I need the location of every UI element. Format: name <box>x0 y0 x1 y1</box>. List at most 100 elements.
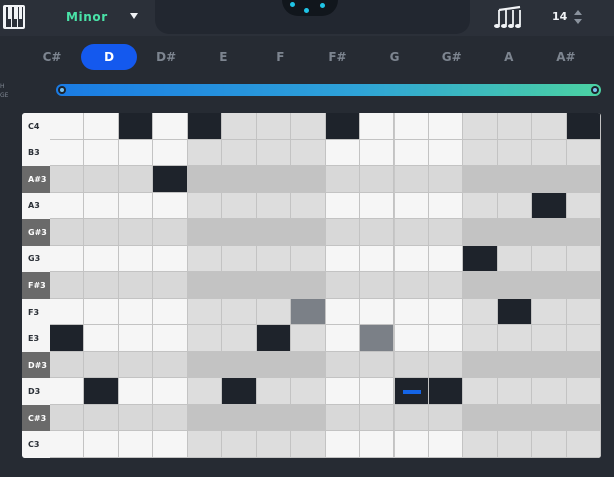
grid-cell[interactable] <box>291 351 326 379</box>
grid-cell[interactable] <box>463 113 498 140</box>
grid-cell[interactable] <box>428 298 464 326</box>
grid-cell[interactable] <box>566 431 601 458</box>
grid-cell[interactable] <box>428 378 464 405</box>
piano-keys-icon[interactable] <box>3 5 25 29</box>
grid-cell[interactable] <box>497 404 533 432</box>
grid-cell[interactable] <box>50 325 85 352</box>
grid-cell[interactable] <box>394 351 429 379</box>
grid-cell[interactable] <box>360 298 395 326</box>
grid-cell[interactable] <box>256 431 292 458</box>
grid-cell[interactable] <box>394 113 429 140</box>
grid-cell[interactable] <box>187 245 223 273</box>
grid-cell[interactable] <box>463 192 498 220</box>
grid-cell[interactable] <box>566 113 601 140</box>
grid-cell[interactable] <box>291 298 326 326</box>
grid-cell[interactable] <box>532 139 567 167</box>
grid-cell[interactable] <box>256 166 292 193</box>
grid-cell[interactable] <box>256 378 292 405</box>
grid-cell[interactable] <box>118 351 154 379</box>
grid-cell[interactable] <box>153 272 188 299</box>
grid-cell[interactable] <box>463 245 498 273</box>
grid-cell[interactable] <box>566 245 601 273</box>
grid-cell[interactable] <box>84 139 119 167</box>
grid-cell[interactable] <box>153 166 188 193</box>
grid-cell[interactable] <box>50 166 85 193</box>
grid-cell[interactable] <box>291 219 326 246</box>
grid-cell[interactable] <box>394 245 429 273</box>
grid-cell[interactable] <box>394 298 429 326</box>
grid-cell[interactable] <box>222 113 257 140</box>
grid-cell[interactable] <box>291 272 326 299</box>
grid-cell[interactable] <box>50 272 85 299</box>
grid-cell[interactable] <box>256 219 292 246</box>
grid-cell[interactable] <box>428 139 464 167</box>
grid-cell[interactable] <box>325 166 361 193</box>
grid-cell[interactable] <box>325 298 361 326</box>
grid-cell[interactable] <box>463 351 498 379</box>
grid-cell[interactable] <box>187 325 223 352</box>
scale-select[interactable]: Minor <box>66 10 108 24</box>
grid-cell[interactable] <box>187 113 223 140</box>
root-key-a-sharp[interactable]: A# <box>538 44 594 70</box>
grid-cell[interactable] <box>394 166 429 193</box>
grid-cell[interactable] <box>256 113 292 140</box>
root-key-g-sharp[interactable]: G# <box>424 44 480 70</box>
grid-cell[interactable] <box>360 378 395 405</box>
grid-cell[interactable] <box>153 245 188 273</box>
grid-cell[interactable] <box>566 351 601 379</box>
grid-cell[interactable] <box>497 431 533 458</box>
grid-cell[interactable] <box>325 113 361 140</box>
grid-cell[interactable] <box>360 351 395 379</box>
grid-cell[interactable] <box>118 192 154 220</box>
grid-cell[interactable] <box>256 192 292 220</box>
grid-cell[interactable] <box>222 192 257 220</box>
grid-cell[interactable] <box>256 139 292 167</box>
grid-cell[interactable] <box>153 192 188 220</box>
grid-cell[interactable] <box>291 378 326 405</box>
grid-cell[interactable] <box>222 431 257 458</box>
grid-cell[interactable] <box>84 166 119 193</box>
grid-cell[interactable] <box>428 431 464 458</box>
grid-cell[interactable] <box>463 139 498 167</box>
grid-cell[interactable] <box>222 272 257 299</box>
grid-cell[interactable] <box>566 139 601 167</box>
grid-cell[interactable] <box>222 325 257 352</box>
grid-cell[interactable] <box>428 272 464 299</box>
grid-cell[interactable] <box>50 219 85 246</box>
grid-cell[interactable] <box>256 272 292 299</box>
grid-cell[interactable] <box>84 219 119 246</box>
grid-cell[interactable] <box>532 431 567 458</box>
grid-cell[interactable] <box>463 378 498 405</box>
grid-cell[interactable] <box>256 298 292 326</box>
grid-cell[interactable] <box>256 325 292 352</box>
grid-cell[interactable] <box>153 431 188 458</box>
grid-cell[interactable] <box>291 139 326 167</box>
grid-cell[interactable] <box>532 404 567 432</box>
grid-cell[interactable] <box>84 431 119 458</box>
grid-cell[interactable] <box>566 378 601 405</box>
grid-cell[interactable] <box>428 325 464 352</box>
grid-cell[interactable] <box>153 378 188 405</box>
grid-cell[interactable] <box>497 219 533 246</box>
root-key-a[interactable]: A <box>481 44 537 70</box>
grid-cell[interactable] <box>360 113 395 140</box>
grid-cell[interactable] <box>394 404 429 432</box>
grid-cell[interactable] <box>532 245 567 273</box>
grid-cell[interactable] <box>394 431 429 458</box>
grid-cell[interactable] <box>566 404 601 432</box>
grid-cell[interactable] <box>532 378 567 405</box>
grid-cell[interactable] <box>84 404 119 432</box>
grid-cell[interactable] <box>566 272 601 299</box>
grid-cell[interactable] <box>497 113 533 140</box>
range-end-handle[interactable] <box>591 86 599 94</box>
grid-cell[interactable] <box>566 298 601 326</box>
grid-cell[interactable] <box>497 298 533 326</box>
grid-cell[interactable] <box>153 351 188 379</box>
grid-cell[interactable] <box>497 245 533 273</box>
root-key-f[interactable]: F <box>252 44 308 70</box>
grid-cell[interactable] <box>291 245 326 273</box>
grid-cell[interactable] <box>256 404 292 432</box>
grid-cell[interactable] <box>325 378 361 405</box>
grid-cell[interactable] <box>566 166 601 193</box>
grid-cell[interactable] <box>256 245 292 273</box>
